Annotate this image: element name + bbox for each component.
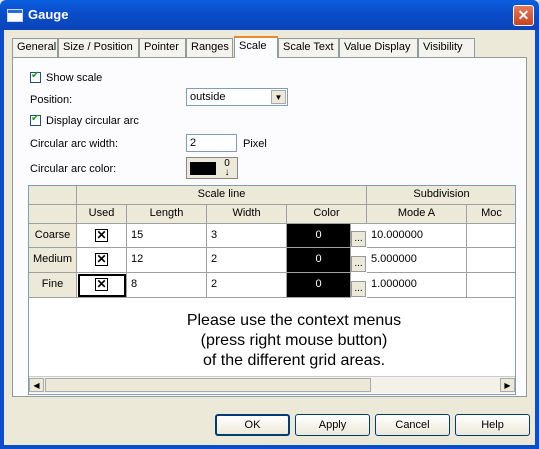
scroll-left-icon[interactable]: ◀: [29, 378, 44, 392]
window-title: Gauge: [28, 7, 69, 22]
ok-button[interactable]: OK: [215, 414, 290, 436]
scroll-right-icon[interactable]: ▶: [500, 378, 515, 392]
used-cell[interactable]: ✕: [77, 273, 127, 298]
show-scale-label: Show scale: [46, 72, 103, 84]
apply-button[interactable]: Apply: [295, 414, 370, 436]
mode-b-cell[interactable]: [467, 248, 515, 273]
mode-b-cell[interactable]: [467, 224, 515, 248]
length-cell[interactable]: 8: [127, 273, 207, 298]
scroll-thumb[interactable]: [45, 378, 371, 392]
scale-line-group-header[interactable]: Scale line: [77, 186, 367, 205]
subdivision-group-header[interactable]: Subdivision: [367, 186, 515, 205]
color-ellipsis-button[interactable]: ...: [351, 281, 366, 297]
tab-general[interactable]: General: [12, 38, 58, 57]
display-arc-label: Display circular arc: [46, 115, 139, 127]
arc-color-label: Circular arc color:: [30, 163, 117, 175]
horizontal-scrollbar[interactable]: ◀ ▶: [29, 376, 515, 393]
scale-grid[interactable]: Scale line Subdivision Used Length Width…: [28, 185, 516, 395]
position-label: Position:: [30, 94, 73, 106]
window-icon: [7, 9, 23, 22]
arc-width-input[interactable]: 2: [186, 134, 237, 152]
tab-visibility[interactable]: Visibility: [418, 38, 475, 57]
row-header-corner: [29, 205, 77, 224]
window-frame-left: [0, 30, 4, 449]
display-arc-checkbox[interactable]: [30, 113, 41, 126]
window-frame-bottom: [0, 445, 539, 449]
show-scale-checkbox[interactable]: [30, 70, 41, 83]
color-dropdown-indicator: 0 ↓: [220, 159, 234, 178]
color-swatch: [190, 162, 216, 175]
used-cell[interactable]: ✕: [77, 224, 127, 248]
title-bar: Gauge ✕: [0, 0, 539, 30]
column-header-mode-b[interactable]: Moc: [467, 205, 515, 224]
arc-width-unit: Pixel: [243, 138, 267, 150]
width-cell[interactable]: 3: [207, 224, 287, 248]
used-cell[interactable]: ✕: [77, 248, 127, 273]
color-ellipsis-button[interactable]: ...: [351, 256, 366, 272]
hint-line: (press right mouse button): [200, 332, 388, 349]
tab-ranges[interactable]: Ranges: [186, 38, 233, 57]
color-cell[interactable]: 0: [287, 273, 351, 298]
color-cell[interactable]: 0: [287, 224, 351, 248]
column-header-mode-a[interactable]: Mode A: [367, 205, 467, 224]
row-header-fine[interactable]: Fine: [29, 273, 77, 298]
tab-pointer[interactable]: Pointer: [139, 38, 186, 57]
mode-b-cell[interactable]: [467, 273, 515, 298]
used-checkbox[interactable]: ✕: [95, 278, 108, 291]
context-menu-hint: Please use the context menus (press righ…: [159, 311, 429, 371]
mode-a-cell[interactable]: 5.000000: [367, 248, 467, 273]
hint-line: Please use the context menus: [186, 312, 402, 329]
window-frame-right: [535, 30, 539, 449]
color-ellipsis-button[interactable]: ...: [351, 231, 366, 247]
column-header-color[interactable]: Color: [287, 205, 367, 224]
arc-color-button[interactable]: 0 ↓: [186, 157, 238, 179]
width-cell[interactable]: 2: [207, 248, 287, 273]
mode-a-cell[interactable]: 1.000000: [367, 273, 467, 298]
row-header-coarse[interactable]: Coarse: [29, 224, 77, 248]
tab-value-display[interactable]: Value Display: [339, 38, 418, 57]
help-button[interactable]: Help: [455, 414, 530, 436]
used-checkbox[interactable]: ✕: [95, 253, 108, 266]
mode-a-cell[interactable]: 10.000000: [367, 224, 467, 248]
tab-scale[interactable]: Scale: [234, 36, 278, 58]
grid-corner: [29, 186, 77, 205]
chevron-down-icon[interactable]: ▼: [271, 90, 286, 104]
cancel-button[interactable]: Cancel: [375, 414, 450, 436]
tab-size-position[interactable]: Size / Position: [58, 38, 139, 57]
arc-width-label: Circular arc width:: [30, 138, 119, 150]
column-header-length[interactable]: Length: [127, 205, 207, 224]
length-cell[interactable]: 15: [127, 224, 207, 248]
close-button[interactable]: ✕: [513, 5, 534, 26]
position-value: outside: [190, 91, 226, 103]
used-checkbox[interactable]: ✕: [95, 229, 108, 242]
tab-scale-text[interactable]: Scale Text: [278, 38, 339, 57]
hint-line: of the different grid areas.: [202, 352, 386, 369]
column-header-width[interactable]: Width: [207, 205, 287, 224]
column-header-used[interactable]: Used: [77, 205, 127, 224]
arrow-down-icon: ↓: [224, 167, 230, 178]
width-cell[interactable]: 2: [207, 273, 287, 298]
color-cell[interactable]: 0: [287, 248, 351, 273]
position-select[interactable]: outside ▼: [186, 88, 288, 106]
length-cell[interactable]: 12: [127, 248, 207, 273]
row-header-medium[interactable]: Medium: [29, 248, 77, 273]
